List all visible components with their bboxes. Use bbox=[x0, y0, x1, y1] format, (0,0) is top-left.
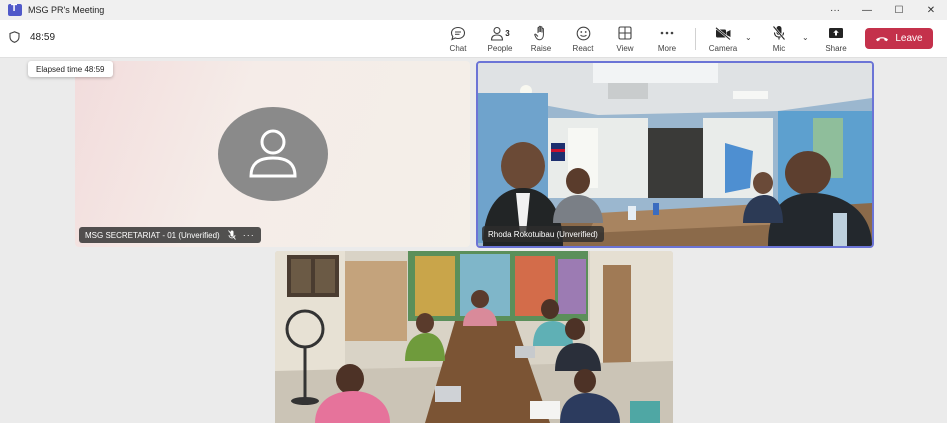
timer-text: 48:59 bbox=[30, 31, 56, 43]
toolbar-divider bbox=[695, 28, 696, 50]
participant-name: Rhoda Rokotuibau (Unverified) bbox=[488, 229, 598, 239]
chat-label: Chat bbox=[449, 44, 467, 53]
participant-tile-secretariat[interactable]: MSG SECRETARIAT - 01 (Unverified) ··· bbox=[75, 61, 470, 247]
people-label: People bbox=[487, 44, 513, 53]
person-icon bbox=[249, 129, 297, 178]
mic-label: Mic bbox=[772, 44, 786, 53]
teams-app-icon bbox=[8, 3, 22, 16]
react-label: React bbox=[572, 44, 594, 53]
more-button[interactable]: More bbox=[655, 23, 679, 55]
people-button[interactable]: 3 People bbox=[484, 23, 516, 55]
camera-off-icon bbox=[714, 26, 731, 40]
participant-name-chip: Rhoda Rokotuibau (Unverified) bbox=[482, 226, 604, 242]
mic-button[interactable]: Mic bbox=[769, 23, 789, 55]
share-button[interactable]: Share bbox=[824, 23, 848, 55]
video-feed bbox=[275, 251, 673, 423]
more-label: More bbox=[657, 44, 677, 53]
window-more-button[interactable]: ··· bbox=[819, 0, 851, 20]
video-feed bbox=[478, 63, 872, 246]
minimize-button[interactable]: — bbox=[851, 0, 883, 20]
elapsed-time-tooltip: Elapsed time 48:59 bbox=[28, 61, 113, 77]
mic-muted-icon bbox=[227, 230, 236, 240]
participant-name: MSG SECRETARIAT - 01 (Unverified) bbox=[85, 230, 220, 240]
people-count: 3 bbox=[505, 28, 510, 38]
view-button[interactable]: View bbox=[614, 23, 636, 55]
react-button[interactable]: React bbox=[571, 23, 595, 55]
maximize-button[interactable]: ☐ bbox=[883, 0, 915, 20]
view-label: View bbox=[616, 44, 634, 53]
grid-view-icon bbox=[618, 26, 632, 40]
raise-label: Raise bbox=[530, 44, 552, 53]
chat-button[interactable]: Chat bbox=[447, 23, 469, 55]
window-controls: ··· — ☐ ✕ bbox=[819, 0, 947, 20]
meeting-timer[interactable]: 48:59 bbox=[9, 31, 55, 43]
meeting-toolbar: 48:59 Chat 3 People Raise React View Mor… bbox=[0, 20, 947, 58]
more-dots-icon bbox=[660, 31, 674, 35]
raise-hand-icon bbox=[534, 25, 544, 41]
hang-up-icon bbox=[876, 37, 889, 42]
camera-label: Camera bbox=[708, 44, 738, 53]
camera-button[interactable]: Camera bbox=[707, 23, 739, 55]
room-video-tile[interactable] bbox=[275, 251, 673, 423]
camera-options-chevron-icon[interactable]: ⌄ bbox=[745, 33, 752, 42]
participant-tile-rhoda[interactable]: Rhoda Rokotuibau (Unverified) bbox=[476, 61, 874, 248]
participant-more-icon[interactable]: ··· bbox=[243, 230, 255, 240]
people-icon bbox=[491, 26, 504, 41]
participant-name-chip: MSG SECRETARIAT - 01 (Unverified) ··· bbox=[79, 227, 261, 243]
avatar bbox=[218, 107, 328, 201]
chat-icon bbox=[450, 26, 466, 41]
raise-hand-button[interactable]: Raise bbox=[529, 23, 553, 55]
leave-button[interactable]: Leave bbox=[865, 28, 933, 49]
share-screen-icon bbox=[829, 27, 843, 38]
mic-off-icon bbox=[772, 25, 786, 41]
smiley-icon bbox=[576, 26, 590, 40]
close-window-button[interactable]: ✕ bbox=[915, 0, 947, 20]
mic-options-chevron-icon[interactable]: ⌄ bbox=[802, 33, 809, 42]
window-title: MSG PR's Meeting bbox=[28, 5, 105, 15]
share-label: Share bbox=[825, 44, 847, 53]
leave-label: Leave bbox=[895, 33, 923, 44]
shield-icon bbox=[9, 31, 20, 43]
title-bar: MSG PR's Meeting ··· — ☐ ✕ bbox=[0, 0, 947, 20]
